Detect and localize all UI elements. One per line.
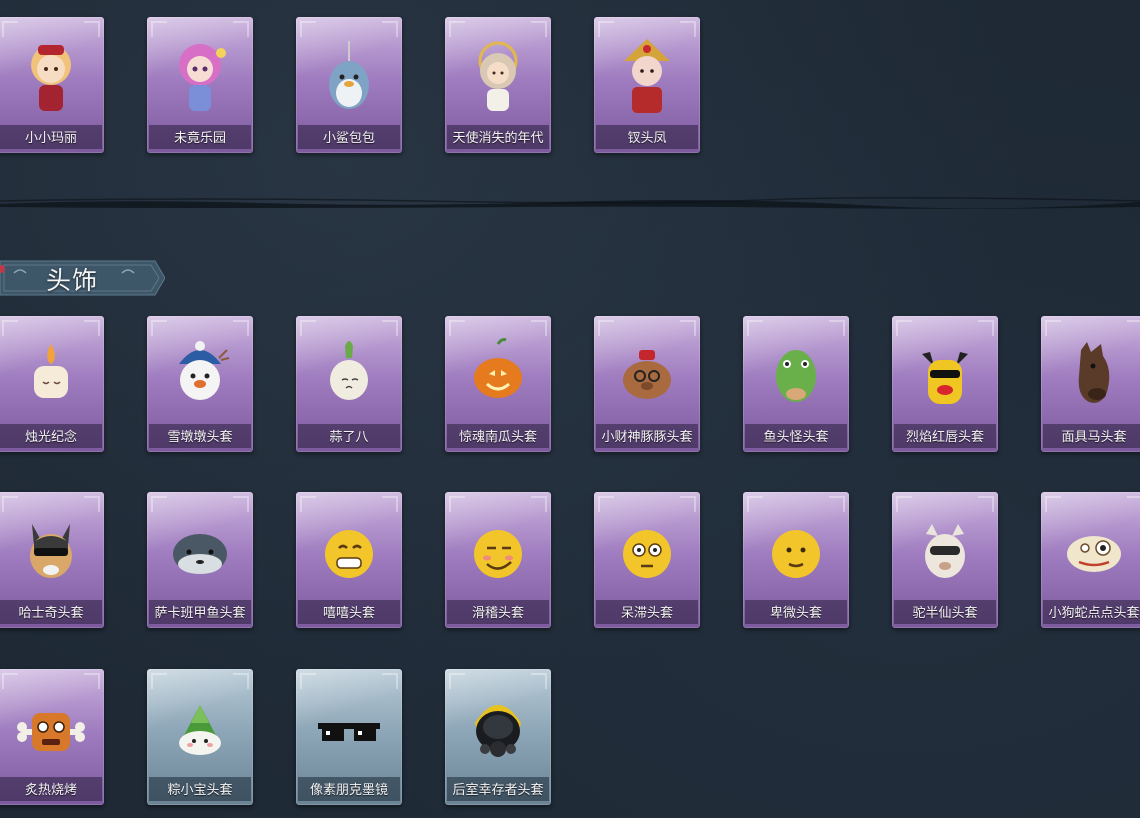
horse-mask-icon [1078, 342, 1110, 403]
gas-mask-helmet-icon [475, 705, 521, 757]
headwear-item-card[interactable]: 小狗蛇点点头套 [1041, 492, 1140, 628]
card-label: 烛光纪念 [24, 430, 77, 445]
headwear-item-card[interactable]: 嘻嘻头套 [296, 492, 402, 628]
yellow-mascot-icon [922, 352, 968, 404]
section-divider [0, 196, 1140, 209]
humble-emoji-icon [772, 530, 820, 578]
outfit-item-card[interactable]: 未竟乐园 [147, 17, 253, 153]
card-label: 萨卡班甲鱼头套 [154, 606, 246, 621]
card-label: 小财神豚豚头套 [601, 430, 693, 445]
bbq-meat-icon [17, 713, 85, 751]
card-label: 卑微头套 [769, 606, 822, 621]
grin-emoji-icon [325, 530, 373, 578]
headwear-item-card[interactable]: 惊魂南瓜头套 [445, 316, 551, 452]
capybara-icon [623, 350, 671, 399]
headwear-item-card[interactable]: 萨卡班甲鱼头套 [147, 492, 253, 628]
headwear-item-card[interactable]: 烈焰红唇头套 [892, 316, 998, 452]
card-label: 蒜了八 [329, 430, 369, 445]
sacabambaspis-icon [173, 534, 227, 574]
outfit-item-card[interactable]: 天使消失的年代 [445, 17, 551, 153]
pixel-sunglasses-icon [318, 723, 380, 741]
outfit-item-card[interactable]: 小鲨包包 [296, 17, 402, 153]
inventory-screen: 头饰 小小玛丽 未竟乐园 小鲨包包 天使消失的年代 钗头凤 烛光纪念 雪墩墩头套 蒜了八 惊魂… [0, 0, 1140, 818]
card-label: 小狗蛇点点头套 [1048, 606, 1140, 621]
card-label: 粽小宝头套 [167, 783, 233, 798]
card-label: 哈士奇头套 [18, 606, 84, 621]
angel-girl-icon [478, 41, 518, 111]
headwear-item-card[interactable]: 后室幸存者头套 [445, 669, 551, 805]
card-label: 嘻嘻头套 [322, 606, 375, 621]
section-title: 头饰 [46, 266, 99, 295]
card-label: 小小玛丽 [24, 131, 77, 146]
garlic-icon [330, 341, 368, 400]
headwear-item-card[interactable]: 蒜了八 [296, 316, 402, 452]
card-label: 驼半仙头套 [912, 606, 978, 621]
headwear-item-card[interactable]: 雪墩墩头套 [147, 316, 253, 452]
card-label: 滑稽头套 [471, 606, 524, 621]
headwear-item-card[interactable]: 滑稽头套 [445, 492, 551, 628]
candle-icon [34, 344, 68, 398]
card-label: 惊魂南瓜头套 [458, 430, 537, 445]
card-label: 炙热烧烤 [24, 783, 77, 798]
headwear-item-card[interactable]: 烛光纪念 [0, 316, 104, 452]
section-banner-headwear: 头饰 [0, 259, 165, 297]
headwear-item-card[interactable]: 呆滞头套 [594, 492, 700, 628]
headwear-item-card[interactable]: 哈士奇头套 [0, 492, 104, 628]
card-label: 烈焰红唇头套 [905, 430, 984, 445]
headwear-item-card[interactable]: 驼半仙头套 [892, 492, 998, 628]
opera-queen-icon [624, 39, 670, 113]
card-label: 面具马头套 [1061, 430, 1127, 445]
snake-icon [1067, 536, 1121, 572]
card-label: 未竟乐园 [173, 131, 226, 146]
headwear-item-card[interactable]: 卑微头套 [743, 492, 849, 628]
headwear-item-card[interactable]: 粽小宝头套 [147, 669, 253, 805]
card-label: 钗头凤 [627, 131, 667, 146]
dazed-emoji-icon [623, 530, 671, 578]
pink-girl-icon [179, 44, 226, 111]
headwear-item-card[interactable]: 小财神豚豚头套 [594, 316, 700, 452]
card-label: 小鲨包包 [322, 131, 375, 146]
doll-girl-icon [31, 45, 71, 111]
alpaca-icon [925, 524, 965, 578]
zongzi-icon [179, 705, 221, 755]
card-label: 天使消失的年代 [452, 131, 544, 146]
headwear-item-card[interactable]: 炙热烧烤 [0, 669, 104, 805]
headwear-item-card[interactable]: 鱼头怪头套 [743, 316, 849, 452]
card-label: 呆滞头套 [620, 606, 673, 621]
husky-icon [30, 524, 72, 578]
card-label: 像素朋克墨镜 [309, 783, 388, 798]
card-label: 鱼头怪头套 [763, 430, 829, 445]
card-label: 后室幸存者头套 [452, 783, 544, 798]
shark-bag-icon [329, 41, 369, 109]
headwear-item-card[interactable]: 像素朋克墨镜 [296, 669, 402, 805]
card-label: 雪墩墩头套 [167, 430, 233, 445]
smirk-emoji-icon [474, 530, 522, 578]
pumpkin-icon [474, 338, 522, 398]
headwear-item-card[interactable]: 面具马头套 [1041, 316, 1140, 452]
fish-head-icon [776, 350, 816, 402]
outfit-item-card[interactable]: 小小玛丽 [0, 17, 104, 153]
snowman-icon [179, 341, 230, 400]
outfit-item-card[interactable]: 钗头凤 [594, 17, 700, 153]
